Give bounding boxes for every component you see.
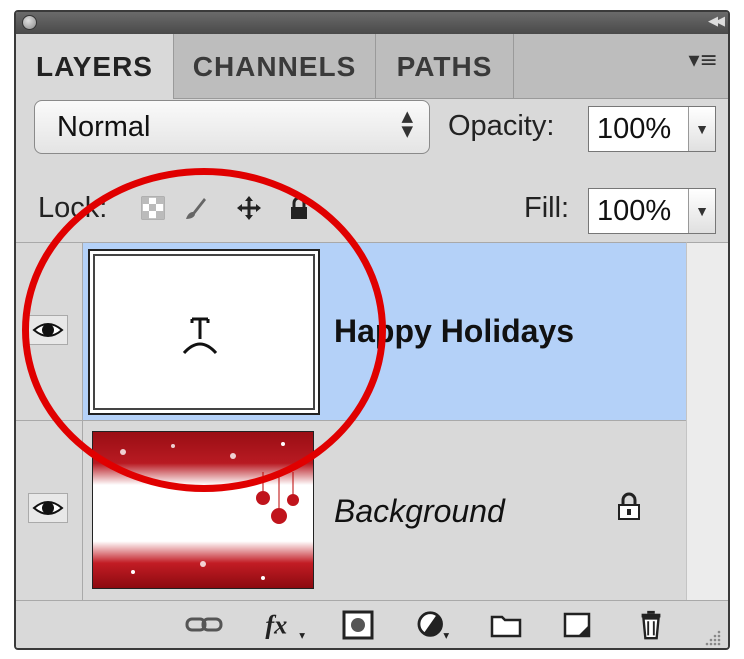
visibility-column [16,243,83,420]
new-group-icon[interactable] [488,609,524,641]
opacity-field[interactable]: 100% ▼ [588,106,716,152]
lock-paint-icon[interactable] [182,195,208,221]
svg-text:▾: ▾ [443,630,449,641]
eye-icon[interactable] [28,315,68,345]
layer-lock-icon [618,492,640,520]
layer-row-happy-holidays[interactable]: Happy Holidays [16,243,686,421]
resize-grip-icon[interactable] [704,629,722,647]
select-arrows-icon: ▲ ▼ [401,107,413,140]
layer-thumbnail-text[interactable] [88,249,320,415]
blend-mode-value: Normal [57,111,151,143]
panel-menu-icon[interactable]: ▾≡ [689,48,718,73]
blend-mode-select[interactable]: Normal ▲ ▼ [34,100,430,154]
layer-name[interactable]: Happy Holidays [334,313,574,350]
layer-name[interactable]: Background [334,493,505,530]
panel-tabs: LAYERS CHANNELS PATHS ▾≡ [16,34,728,99]
lock-transparent-icon[interactable] [140,195,166,221]
text-layer-icon [182,317,218,355]
eye-icon[interactable] [28,493,68,523]
layers-list: Happy Holidays Background [16,242,686,601]
tab-channels[interactable]: CHANNELS [174,34,376,98]
new-layer-icon[interactable] [560,609,594,641]
fx-icon[interactable]: fx ▾ [262,609,312,641]
lock-all-icon[interactable] [286,195,312,221]
link-layers-icon[interactable] [184,609,226,641]
tab-paths[interactable]: PATHS [376,34,514,98]
collapse-icon[interactable]: ◀◀ [708,14,725,29]
layer-mask-icon[interactable] [340,609,376,641]
svg-text:fx: fx [265,610,287,639]
adjustment-layer-icon[interactable]: ▾ [412,609,456,641]
svg-text:▾: ▾ [299,630,305,641]
visibility-column [16,421,83,600]
close-panel-button[interactable] [22,15,37,30]
layer-thumbnail-background[interactable] [92,431,314,589]
lock-move-icon[interactable] [236,195,262,221]
tab-layers[interactable]: LAYERS [16,34,174,99]
fill-field[interactable]: 100% ▼ [588,188,716,234]
opacity-dropdown-icon[interactable]: ▼ [688,107,715,151]
panel-footer: fx ▾ ▾ [16,600,728,648]
opacity-label: Opacity: [448,110,555,142]
lock-label: Lock: [38,192,108,224]
layers-panel: ◀◀ LAYERS CHANNELS PATHS ▾≡ Normal ▲ ▼ Op… [14,10,730,650]
layers-scrollbar[interactable] [686,242,728,601]
opacity-value: 100% [597,113,672,145]
panel-titlebar[interactable]: ◀◀ [16,12,728,34]
fill-label: Fill: [524,192,570,224]
fill-value: 100% [597,195,672,227]
background-thumbnail-art [120,442,299,580]
trash-icon[interactable] [636,609,666,641]
layer-row-background[interactable]: Background [16,421,686,601]
fill-dropdown-icon[interactable]: ▼ [688,189,715,233]
